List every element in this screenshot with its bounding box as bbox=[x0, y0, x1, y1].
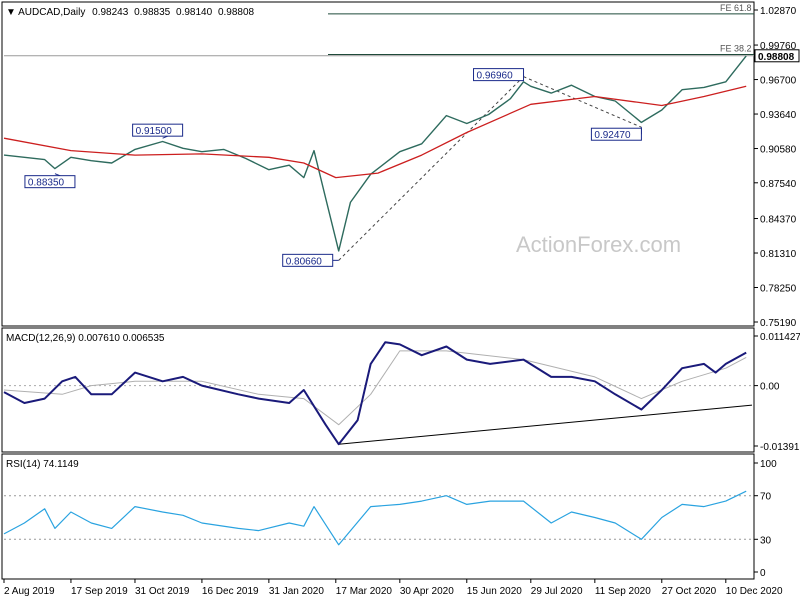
rsi-y-tick-label: 0 bbox=[760, 568, 766, 579]
rsi-y-tick-label: 30 bbox=[760, 535, 772, 546]
x-tick-label: 31 Jan 2020 bbox=[269, 586, 324, 597]
x-tick-label: 11 Sep 2020 bbox=[595, 586, 651, 597]
watermark: ActionForex.com bbox=[516, 232, 681, 257]
pivot-label: 0.92470 bbox=[594, 130, 631, 141]
audcad-daily-chart: ActionForex.com FE 61.8 FE 38.2 0.88350 0.… bbox=[1, 1, 800, 597]
pivot-label: 0.80660 bbox=[286, 256, 323, 267]
x-tick-label: 31 Oct 2019 bbox=[135, 586, 190, 597]
price-y-axis: 1.028700.997600.967000.936400.905800.875… bbox=[754, 6, 800, 329]
x-tick-label: 10 Dec 2020 bbox=[726, 586, 783, 597]
pivot-label: 0.88350 bbox=[28, 178, 65, 189]
x-tick-label: 30 Apr 2020 bbox=[400, 586, 454, 597]
x-tick-label: 27 Oct 2020 bbox=[662, 586, 717, 597]
collapse-arrow-icon: ▼ bbox=[6, 7, 18, 18]
x-tick-label: 2 Aug 2019 bbox=[4, 586, 55, 597]
price-y-tick-label: 0.87540 bbox=[760, 179, 797, 190]
price-y-tick-label: 0.96700 bbox=[760, 76, 797, 87]
ohlc-open: 0.98243 bbox=[92, 7, 129, 18]
macd-y-tick-label: -0.01391 bbox=[760, 442, 800, 453]
ohlc-low: 0.98140 bbox=[176, 7, 213, 18]
rsi-y-axis: 100 70 30 0 bbox=[754, 459, 777, 579]
macd-title: MACD(12,26,9) 0.007610 0.006535 bbox=[6, 333, 165, 344]
macd-panel: 0.011427 0.00 -0.01391 MACD(12,26,9) 0.007… bbox=[1, 327, 800, 453]
ohlc-close: 0.98808 bbox=[218, 7, 255, 18]
rsi-panel: 100 70 30 0 RSI(14) 74.1149 bbox=[1, 453, 777, 580]
price-y-tick-label: 0.84370 bbox=[760, 215, 797, 226]
pivot-label: 0.96960 bbox=[477, 71, 514, 82]
macd-y-tick-label: 0.011427 bbox=[760, 332, 800, 343]
fib-label: FE 61.8 bbox=[720, 3, 752, 13]
price-y-tick-label: 1.02870 bbox=[760, 6, 797, 17]
pivot-label: 0.91500 bbox=[136, 126, 173, 137]
price-y-tick-label: 0.81310 bbox=[760, 249, 797, 260]
ohlc-high: 0.98835 bbox=[134, 7, 171, 18]
price-y-tick-label: 0.75190 bbox=[760, 318, 797, 329]
price-y-tick-label: 0.78250 bbox=[760, 284, 797, 295]
rsi-title: RSI(14) 74.1149 bbox=[6, 459, 79, 470]
x-tick-label: 17 Sep 2019 bbox=[71, 586, 128, 597]
x-tick-label: 29 Jul 2020 bbox=[531, 586, 583, 597]
x-tick-label: 16 Dec 2019 bbox=[202, 586, 259, 597]
price-title: ▼ AUDCAD,Daily 0.98243 0.98835 0.98140 0… bbox=[6, 7, 255, 18]
x-tick-label: 15 Jun 2020 bbox=[467, 586, 522, 597]
price-y-tick-label: 0.90580 bbox=[760, 145, 797, 156]
x-axis: 2 Aug 2019 17 Sep 2019 31 Oct 2019 16 Dec 2… bbox=[3, 579, 783, 597]
macd-y-axis: 0.011427 0.00 -0.01391 bbox=[754, 332, 800, 453]
rsi-y-tick-label: 70 bbox=[760, 492, 772, 503]
price-panel: ActionForex.com FE 61.8 FE 38.2 0.88350 0.… bbox=[1, 1, 800, 329]
last-price-label: 0.98808 bbox=[758, 52, 795, 63]
rsi-y-tick-label: 100 bbox=[760, 459, 777, 470]
symbol-title: AUDCAD,Daily bbox=[18, 7, 85, 18]
macd-y-tick-label: 0.00 bbox=[760, 382, 780, 393]
x-tick-label: 17 Mar 2020 bbox=[336, 586, 393, 597]
fib-label: FE 38.2 bbox=[720, 44, 752, 54]
price-y-tick-label: 0.93640 bbox=[760, 110, 797, 121]
